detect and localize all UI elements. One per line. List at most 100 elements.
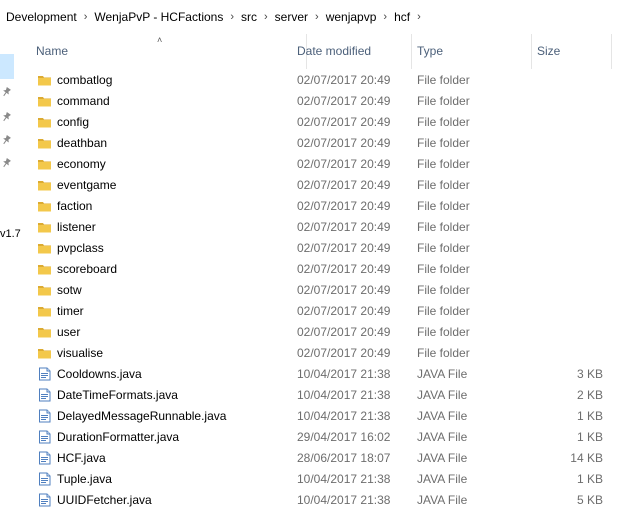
file-name: listener	[57, 220, 96, 234]
file-type: File folder	[417, 115, 470, 129]
file-date-modified: 02/07/2017 20:49	[297, 346, 391, 360]
file-size: 3 KB	[576, 367, 603, 381]
file-name: pvpclass	[57, 241, 104, 255]
file-name: command	[57, 94, 110, 108]
chevron-right-icon[interactable]: ›	[227, 11, 237, 23]
file-date-modified: 02/07/2017 20:49	[297, 283, 391, 297]
file-row[interactable]: visualise 02/07/2017 20:49 File folder	[0, 343, 637, 364]
file-date-modified: 02/07/2017 20:49	[297, 220, 391, 234]
file-type: JAVA File	[417, 367, 468, 381]
file-type: JAVA File	[417, 409, 468, 423]
file-row[interactable]: timer 02/07/2017 20:49 File folder	[0, 301, 637, 322]
breadcrumb-item-project[interactable]: WenjaPvP - HCFactions	[90, 10, 227, 24]
file-type: File folder	[417, 220, 470, 234]
file-row[interactable]: Cooldowns.java 10/04/2017 21:38 JAVA File 3…	[0, 364, 637, 385]
column-name[interactable]: Name	[31, 34, 307, 69]
file-type: File folder	[417, 325, 470, 339]
file-date-modified: 02/07/2017 20:49	[297, 262, 391, 276]
file-row[interactable]: sotw 02/07/2017 20:49 File folder	[0, 280, 637, 301]
file-name: sotw	[57, 283, 82, 297]
file-name: DelayedMessageRunnable.java	[57, 409, 227, 423]
file-type: JAVA File	[417, 430, 468, 444]
breadcrumb-item-src[interactable]: src	[237, 10, 261, 24]
chevron-right-icon[interactable]: ›	[81, 11, 91, 23]
file-row[interactable]: DelayedMessageRunnable.java 10/04/2017 21…	[0, 406, 637, 427]
file-type: JAVA File	[417, 451, 468, 465]
chevron-right-icon[interactable]: ›	[261, 11, 271, 23]
file-name: Tuple.java	[57, 472, 112, 486]
column-size[interactable]: Size	[532, 34, 612, 69]
file-name: DateTimeFormats.java	[57, 388, 178, 402]
file-type: JAVA File	[417, 472, 468, 486]
file-type: File folder	[417, 304, 470, 318]
file-date-modified: 02/07/2017 20:49	[297, 94, 391, 108]
file-name: scoreboard	[57, 262, 118, 276]
file-date-modified: 02/07/2017 20:49	[297, 199, 391, 213]
column-header: ˄ Name Date modified Type Size	[16, 34, 637, 69]
file-size: 1 KB	[576, 409, 603, 423]
file-type: File folder	[417, 178, 470, 192]
file-row[interactable]: economy 02/07/2017 20:49 File folder	[0, 154, 637, 175]
file-row[interactable]: deathban 02/07/2017 20:49 File folder	[0, 133, 637, 154]
file-name: eventgame	[57, 178, 117, 192]
file-row[interactable]: config 02/07/2017 20:49 File folder	[0, 112, 637, 133]
chevron-right-icon[interactable]: ›	[414, 11, 424, 23]
file-row[interactable]: pvpclass 02/07/2017 20:49 File folder	[0, 238, 637, 259]
file-row[interactable]: command 02/07/2017 20:49 File folder	[0, 91, 637, 112]
file-type: File folder	[417, 94, 470, 108]
breadcrumb-item-wenjapvp[interactable]: wenjapvp	[322, 10, 381, 24]
file-row[interactable]: eventgame 02/07/2017 20:49 File folder	[0, 175, 637, 196]
file-type: File folder	[417, 241, 470, 255]
file-name: timer	[57, 304, 84, 318]
file-name: DurationFormatter.java	[57, 430, 180, 444]
file-row[interactable]: user 02/07/2017 20:49 File folder	[0, 322, 637, 343]
file-row[interactable]: Tuple.java 10/04/2017 21:38 JAVA File 1 KB	[0, 469, 637, 490]
file-name: faction	[57, 199, 93, 213]
file-type: File folder	[417, 136, 470, 150]
file-name: deathban	[57, 136, 108, 150]
breadcrumb-item-server[interactable]: server	[271, 10, 312, 24]
file-type: File folder	[417, 283, 470, 297]
file-type: File folder	[417, 262, 470, 276]
file-size: 14 KB	[570, 451, 603, 465]
file-date-modified: 02/07/2017 20:49	[297, 136, 391, 150]
breadcrumb-item-development[interactable]: Development	[0, 10, 81, 24]
file-row[interactable]: DurationFormatter.java 29/04/2017 16:02 JA…	[0, 427, 637, 448]
file-date-modified: 02/07/2017 20:49	[297, 325, 391, 339]
file-date-modified: 02/07/2017 20:49	[297, 241, 391, 255]
file-name: UUIDFetcher.java	[57, 493, 152, 507]
chevron-right-icon[interactable]: ›	[380, 11, 390, 23]
file-date-modified: 10/04/2017 21:38	[297, 388, 391, 402]
file-type: File folder	[417, 73, 470, 87]
file-row[interactable]: combatlog 02/07/2017 20:49 File folder	[0, 70, 637, 91]
file-size: 1 KB	[576, 430, 603, 444]
file-date-modified: 02/07/2017 20:49	[297, 304, 391, 318]
file-row[interactable]: UUIDFetcher.java 10/04/2017 21:38 JAVA Fil…	[0, 490, 637, 511]
file-date-modified: 28/06/2017 18:07	[297, 451, 391, 465]
file-size: 1 KB	[576, 472, 603, 486]
file-name: HCF.java	[57, 451, 106, 465]
file-date-modified: 10/04/2017 21:38	[297, 472, 391, 486]
file-date-modified: 10/04/2017 21:38	[297, 409, 391, 423]
column-date-modified[interactable]: Date modified	[292, 34, 412, 69]
file-date-modified: 29/04/2017 16:02	[297, 430, 391, 444]
file-name: visualise	[57, 346, 104, 360]
file-row[interactable]: DateTimeFormats.java 10/04/2017 21:38 JAVA…	[0, 385, 637, 406]
file-name: economy	[57, 157, 106, 171]
file-size: 5 KB	[576, 493, 603, 507]
file-row[interactable]: faction 02/07/2017 20:49 File folder	[0, 196, 637, 217]
breadcrumb-item-hcf[interactable]: hcf	[390, 10, 414, 24]
file-type: JAVA File	[417, 388, 468, 402]
file-type: JAVA File	[417, 493, 468, 507]
file-row[interactable]: HCF.java 28/06/2017 18:07 JAVA File 14 KB	[0, 448, 637, 469]
file-date-modified: 02/07/2017 20:49	[297, 178, 391, 192]
breadcrumb: Development › WenjaPvP - HCFactions › sr…	[0, 0, 637, 34]
chevron-right-icon[interactable]: ›	[312, 11, 322, 23]
file-type: File folder	[417, 157, 470, 171]
file-date-modified: 10/04/2017 21:38	[297, 493, 391, 507]
file-row[interactable]: scoreboard 02/07/2017 20:49 File folder	[0, 259, 637, 280]
file-type: File folder	[417, 346, 470, 360]
column-type[interactable]: Type	[412, 34, 532, 69]
file-type: File folder	[417, 199, 470, 213]
file-row[interactable]: listener 02/07/2017 20:49 File folder	[0, 217, 637, 238]
